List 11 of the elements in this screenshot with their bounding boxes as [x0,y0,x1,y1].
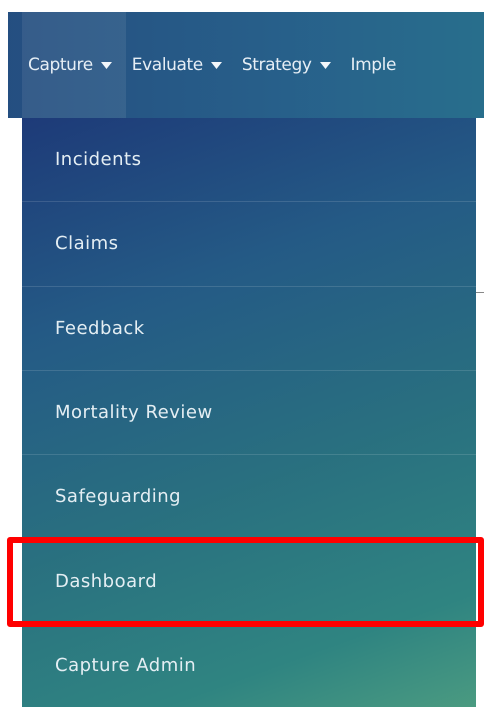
dropdown-item[interactable]: Feedback [22,286,476,371]
dropdown-item[interactable]: Capture Admin [22,624,476,707]
dropdown-item[interactable]: Dashboard [22,539,476,624]
dropdown-item[interactable]: Mortality Review [22,370,476,456]
dropdown-item[interactable]: Claims [22,202,476,287]
nav-menu-item[interactable]: Strategy [236,12,344,118]
nav-menu-item[interactable]: Capture [22,12,126,118]
nav-menu-item[interactable]: Imple [344,12,410,118]
dropdown-item[interactable]: Incidents [22,118,476,202]
nav-menu-item[interactable]: Evaluate [126,12,236,118]
dropdown-item[interactable]: Safeguarding [22,455,476,540]
